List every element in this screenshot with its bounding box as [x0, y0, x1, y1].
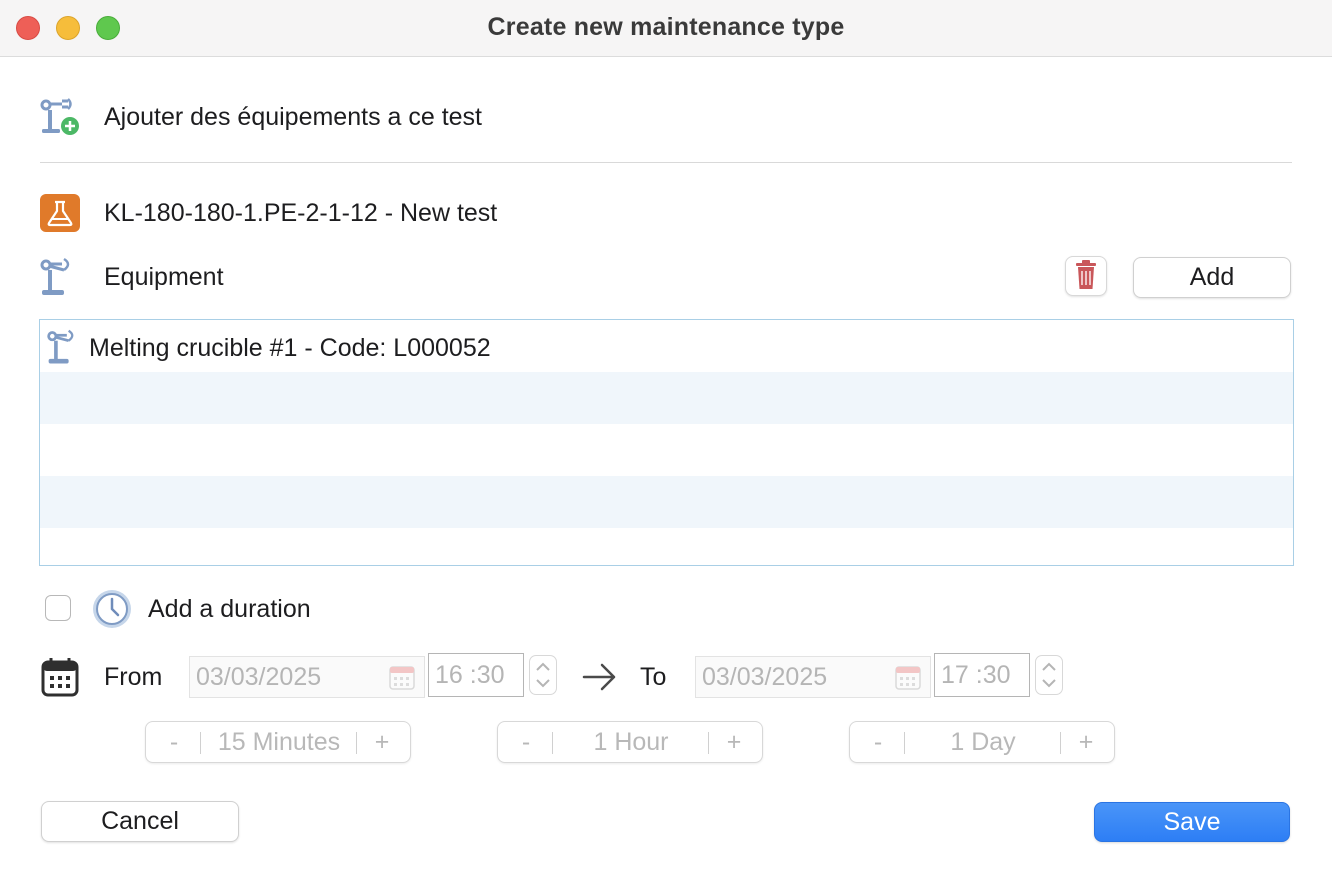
robot-arm-add-icon: [38, 96, 82, 140]
from-date-field[interactable]: 03/03/2025: [189, 656, 425, 698]
to-time-field[interactable]: 17 :30: [934, 653, 1030, 697]
separator: [904, 732, 905, 754]
decrement-button[interactable]: -: [154, 728, 194, 757]
from-date-value: 03/03/2025: [196, 663, 322, 691]
arrow-right-icon: [581, 662, 619, 692]
to-date-field[interactable]: 03/03/2025: [695, 656, 931, 698]
increment-1-hour[interactable]: - 1 Hour +: [497, 721, 763, 763]
delete-equipment-button[interactable]: [1065, 256, 1107, 296]
calendar-picker-icon[interactable]: [388, 663, 416, 691]
equipment-list[interactable]: Melting crucible #1 - Code: L000052: [39, 319, 1294, 566]
robot-arm-icon: [38, 256, 82, 300]
increment-15-minutes[interactable]: - 15 Minutes +: [145, 721, 411, 763]
divider: [40, 162, 1292, 163]
separator: [356, 732, 357, 754]
trash-icon: [1076, 260, 1096, 289]
list-item-label: Melting crucible #1 - Code: L000052: [89, 334, 491, 362]
title-bar: Create new maintenance type: [0, 0, 1332, 57]
stepper-arrows-icon: [536, 662, 550, 688]
list-row-empty: [40, 476, 1293, 528]
list-item[interactable]: Melting crucible #1 - Code: L000052: [40, 320, 1293, 372]
equipment-label: Equipment: [104, 263, 224, 291]
increment-button[interactable]: +: [362, 728, 402, 757]
clock-icon: [91, 588, 133, 630]
to-date-value: 03/03/2025: [702, 663, 828, 691]
calendar-icon: [40, 656, 80, 698]
decrement-button[interactable]: -: [506, 728, 546, 757]
stepper-arrows-icon: [1042, 662, 1056, 688]
increment-label: 1 Day: [950, 728, 1016, 756]
from-label: From: [104, 663, 163, 691]
test-name: KL-180-180-1.PE-2-1-12 - New test: [104, 199, 498, 227]
increment-label: 15 Minutes: [217, 728, 341, 756]
list-row-empty: [40, 528, 1293, 565]
list-row-empty: [40, 424, 1293, 476]
to-label: To: [640, 663, 667, 691]
add-equipment-button[interactable]: Add: [1133, 257, 1291, 298]
add-duration-checkbox[interactable]: [45, 595, 71, 621]
increment-label: 1 Hour: [593, 728, 669, 756]
separator: [708, 732, 709, 754]
cancel-button[interactable]: Cancel: [41, 801, 239, 842]
separator: [552, 732, 553, 754]
robot-arm-icon: [45, 326, 85, 370]
separator: [200, 732, 201, 754]
save-button[interactable]: Save: [1094, 802, 1290, 842]
increment-1-day[interactable]: - 1 Day +: [849, 721, 1115, 763]
from-time-field[interactable]: 16 :30: [428, 653, 524, 697]
add-duration-label: Add a duration: [148, 595, 311, 623]
window-title: Create new maintenance type: [487, 13, 845, 41]
flask-icon: [40, 194, 80, 232]
to-time-stepper[interactable]: [1035, 655, 1063, 695]
separator: [1060, 732, 1061, 754]
increment-button[interactable]: +: [714, 728, 754, 757]
decrement-button[interactable]: -: [858, 728, 898, 757]
list-row-empty: [40, 372, 1293, 424]
from-time-stepper[interactable]: [529, 655, 557, 695]
calendar-picker-icon[interactable]: [894, 663, 922, 691]
add-equipment-heading: Ajouter des équipements a ce test: [104, 103, 483, 131]
increment-button[interactable]: +: [1066, 728, 1106, 757]
